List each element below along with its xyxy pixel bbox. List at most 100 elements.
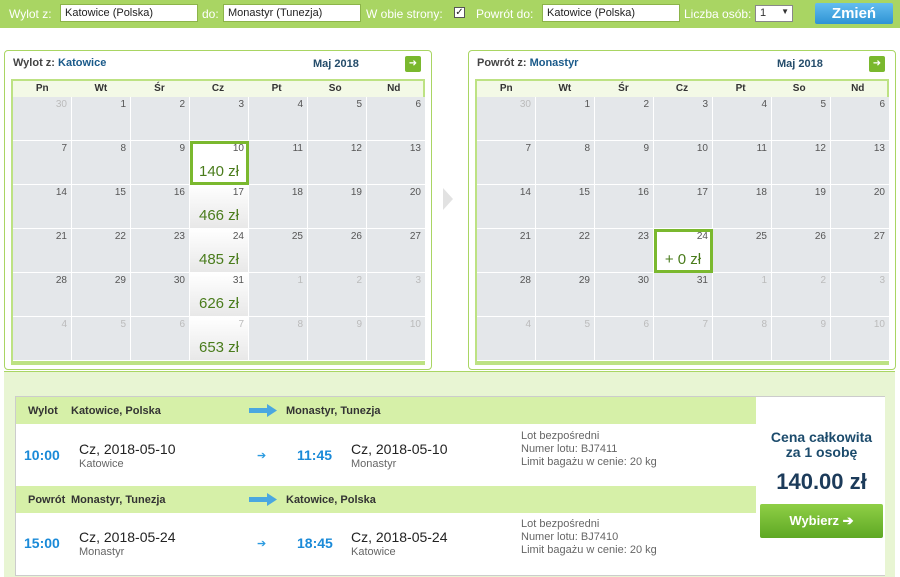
day-number: 1 [297,275,303,286]
return-label: Powrót do: [476,7,534,21]
pax-select[interactable]: 1 ▼ [755,5,793,22]
calendar-day: 1 [536,97,595,141]
choose-label: Wybierz [789,513,840,528]
outbound-arr-date: Cz, 2018-05-10 [351,441,448,457]
price-box: Cena całkowita za 1 osobę 140.00 zł Wybie… [758,397,885,575]
calendar-day: 20 [367,185,426,229]
day-number: 27 [409,231,421,242]
calendar-day: 8 [536,141,595,185]
day-number: 28 [55,275,67,286]
day-number: 15 [578,187,590,198]
day-number: 3 [415,275,421,286]
day-number: 7 [238,319,244,330]
calendar-title-prefix: Powrót z: [477,57,527,69]
calendar-day[interactable]: 10 140 zł [190,141,249,185]
day-number: 18 [291,187,303,198]
weekday-label: So [792,83,806,94]
day-number: 9 [179,143,185,154]
calendar-day[interactable]: 24 485 zł [190,229,249,273]
calendar-day[interactable]: 17 466 zł [190,185,249,229]
day-number: 30 [55,99,67,110]
flight-summary: Wylot Katowice, Polska Monastyr, Tunezja… [15,396,885,576]
day-number: 1 [761,275,767,286]
day-number: 31 [232,275,244,286]
calendar-day: 10 [831,317,890,361]
calendar-day: 25 [713,229,772,273]
day-number: 14 [55,187,67,198]
day-number: 21 [519,231,531,242]
calendar-day: 21 [477,229,536,273]
weekday-label: Śr [154,83,165,94]
calendar-day: 26 [308,229,367,273]
day-number: 6 [415,99,421,110]
calendar-day: 6 [831,97,890,141]
next-month-arrow-icon[interactable]: ➜ [405,56,421,72]
roundtrip-label: W obie strony: [366,7,443,21]
calendar-header: Powrót z: Monastyr Maj 2018 ➜ [469,51,895,79]
inbound-header: Powrót Monastyr, Tunezja Katowice, Polsk… [16,486,756,513]
return-input[interactable]: Katowice (Polska) [542,4,680,22]
calendar-day: 23 [131,229,190,273]
calendar-day: 1 [713,273,772,317]
day-number: 6 [879,99,885,110]
day-number: 13 [873,143,885,154]
roundtrip-checkbox[interactable]: ✓ [454,7,465,18]
calendar-day: 19 [308,185,367,229]
calendar-day: 22 [536,229,595,273]
day-number: 10 [873,319,885,330]
day-number: 20 [873,187,885,198]
calendar-day: 22 [72,229,131,273]
arrow-right-icon: ➔ [842,513,854,528]
calendar-day: 9 [308,317,367,361]
inbound-to: Katowice, Polska [286,494,376,506]
day-number: 7 [525,143,531,154]
outbound-header: Wylot Katowice, Polska Monastyr, Tunezja [16,397,756,424]
day-number: 5 [120,319,126,330]
calendar-day: 30 [595,273,654,317]
day-number: 1 [120,99,126,110]
calendar-day: 20 [831,185,890,229]
calendar-day: 8 [72,141,131,185]
calendar-day: 5 [772,97,831,141]
calendar-day: 14 [13,185,72,229]
day-number: 24 [232,231,244,242]
weekday-label: So [328,83,342,94]
calendar-day[interactable]: 31 626 zł [190,273,249,317]
calendar-grid: Pn Wt Śr Cz Pt So Nd 30 1 2 3 4 5 6 7 8 9 10 11 12 13 14 15 16… [475,79,890,365]
calendar-day[interactable]: 7 653 zł [190,317,249,361]
depart-label: Wylot z: [9,7,52,21]
calendar-day: 5 [72,317,131,361]
day-number: 17 [232,187,244,198]
calendar-day: 3 [654,97,713,141]
choose-button[interactable]: Wybierz ➔ [760,504,883,538]
next-month-arrow-icon[interactable]: ➜ [869,56,885,72]
day-number: 8 [120,143,126,154]
calendar-day: 4 [713,97,772,141]
outbound-label: Wylot [28,405,58,417]
price-label-line2: za 1 osobę [785,444,858,460]
calendar-day: 3 [367,273,426,317]
weekday-label: Wt [94,83,108,94]
baggage-limit: Limit bagażu w cenie: 20 kg [521,456,657,468]
day-number: 3 [702,99,708,110]
weekday-label: Śr [618,83,629,94]
destination-input[interactable]: Monastyr (Tunezja) [223,4,361,22]
day-number: 8 [761,319,767,330]
calendar-day: 29 [72,273,131,317]
calendar-day: 4 [13,317,72,361]
change-button[interactable]: Zmień [815,3,893,24]
pax-label: Liczba osób: [684,7,752,21]
day-number: 29 [578,275,590,286]
calendar-day[interactable]: 24 + 0 zł [654,229,713,273]
day-number: 5 [356,99,362,110]
arrow-right-icon: ➔ [257,538,267,550]
day-number: 10 [696,143,708,154]
day-number: 21 [55,231,67,242]
outbound-to: Monastyr, Tunezja [286,405,381,417]
day-price: 466 zł [198,207,240,224]
calendar-days: 30 1 2 3 4 5 6 7 8 9 10 140 zł 11 12 13 14 15 16 17 466 zł 1… [13,97,426,361]
depart-input[interactable]: Katowice (Polska) [60,4,198,22]
chevron-down-icon: ▼ [781,7,789,16]
search-bar: Wylot z: Katowice (Polska) do: Monastyr … [0,0,900,28]
calendar-day: 30 [131,273,190,317]
